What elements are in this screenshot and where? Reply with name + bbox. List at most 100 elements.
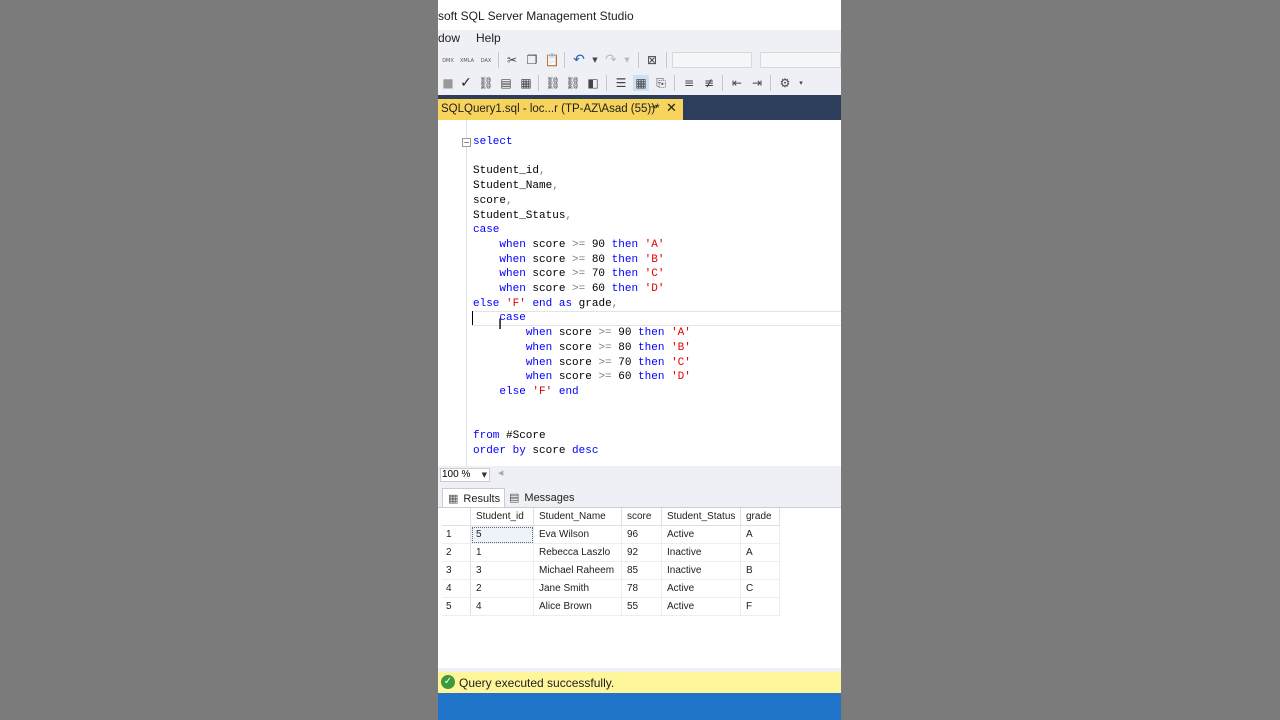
outdent-icon[interactable]: ⇤ (729, 75, 745, 91)
paste-icon[interactable]: 📋 (544, 52, 560, 68)
column-header[interactable]: grade (740, 508, 780, 526)
results-grid[interactable]: Student_id Student_Name score Student_St… (438, 507, 841, 668)
table-row[interactable]: 3 3 Michael Raheem 85 Inactive B (442, 561, 780, 580)
tab-label: SQLQuery1.sql - loc...r (TP-AZ\Asad (55)… (441, 103, 660, 115)
menu-window[interactable]: dow (438, 31, 460, 45)
table-cell[interactable]: Inactive (661, 543, 741, 562)
column-header[interactable]: Student_Name (533, 508, 622, 526)
table-cell[interactable]: Active (661, 525, 741, 544)
code-line: Student_id, (473, 164, 546, 178)
results-text-icon[interactable]: ⛓ (545, 75, 561, 91)
row-number-cell[interactable]: 1 (442, 525, 471, 544)
table-cell[interactable]: A (740, 525, 780, 544)
table-cell[interactable]: Alice Brown (533, 597, 622, 616)
intellisense-icon[interactable]: ▦ (518, 75, 534, 91)
display-plan-icon[interactable]: ⛓ (478, 75, 494, 91)
code-line: from #Score (473, 429, 546, 443)
sql-string: 'D' (671, 371, 691, 384)
tab-sqlquery1[interactable]: SQLQuery1.sql - loc...r (TP-AZ\Asad (55)… (438, 99, 683, 120)
code-token: score (552, 327, 599, 340)
table-cell[interactable]: 85 (621, 561, 662, 580)
parse-check-icon[interactable]: ✓ (458, 75, 474, 91)
zoom-dropdown[interactable]: 100 % ▼ (440, 468, 490, 482)
menu-help[interactable]: Help (476, 31, 501, 45)
undo-icon[interactable]: ↶ (571, 52, 587, 68)
table-cell[interactable]: Jane Smith (533, 579, 622, 598)
live-stats-icon[interactable]: ◧ (585, 75, 601, 91)
table-cell[interactable]: B (740, 561, 780, 580)
query-editor[interactable]: − select Student_id, Student_Name, score, St… (438, 120, 841, 466)
uncomment-icon[interactable]: ≢ (701, 75, 717, 91)
table-cell[interactable]: Rebecca Laszlo (533, 543, 622, 562)
column-header[interactable]: Student_id (470, 508, 534, 526)
undo-dropdown-icon[interactable]: ▼ (587, 52, 603, 68)
tab-messages[interactable]: ▤ Messages (507, 488, 581, 507)
results-grid-icon[interactable]: ▦ (633, 75, 649, 91)
pin-icon[interactable]: ⊸ (649, 102, 657, 113)
results-text-mode-icon[interactable]: ☰ (613, 75, 629, 91)
specify-values-icon[interactable]: ⚙ (777, 75, 793, 91)
code-token: score (473, 194, 507, 207)
code-token: 80 (611, 341, 639, 354)
comment-icon[interactable]: ≡ (681, 75, 697, 91)
table-cell[interactable]: 5 (470, 525, 534, 544)
object-explorer-icon[interactable]: ⊠ (644, 52, 660, 68)
code-token: >= (572, 238, 586, 251)
query-options-icon[interactable]: ▤ (498, 75, 514, 91)
table-cell[interactable]: 2 (470, 579, 534, 598)
copy-icon[interactable]: ❐ (524, 52, 540, 68)
table-cell[interactable]: 1 (470, 543, 534, 562)
close-icon[interactable]: ✕ (666, 101, 677, 116)
code-token: score (552, 371, 599, 384)
table-row[interactable]: 1 5 Eva Wilson 96 Active A (442, 525, 780, 544)
code-line: case (473, 223, 499, 237)
code-line: when score >= 70 then 'C' (473, 356, 691, 370)
table-cell[interactable]: 4 (470, 597, 534, 616)
table-cell[interactable]: F (740, 597, 780, 616)
query-status-bar: ✓ Query executed successfully. (438, 672, 841, 693)
toolbar-overflow-icon[interactable]: ▾ (793, 75, 809, 91)
sql-string: 'A' (671, 327, 691, 340)
results-file-icon[interactable]: ⎘ (653, 75, 669, 91)
table-cell[interactable]: A (740, 543, 780, 562)
xmla-query-icon[interactable]: XMLA (459, 52, 475, 68)
table-row[interactable]: 4 2 Jane Smith 78 Active C (442, 579, 780, 598)
row-number-cell[interactable]: 5 (442, 597, 471, 616)
table-cell[interactable]: Michael Raheem (533, 561, 622, 580)
code-token: >= (598, 356, 612, 369)
dmx-query-icon[interactable]: DMX (440, 52, 456, 68)
find-combo[interactable] (760, 52, 841, 68)
table-cell[interactable]: 92 (621, 543, 662, 562)
title-bar: soft SQL Server Management Studio (438, 0, 841, 30)
table-cell[interactable]: Eva Wilson (533, 525, 622, 544)
row-number-header[interactable] (442, 508, 471, 526)
indent-icon[interactable]: ⇥ (749, 75, 765, 91)
table-cell[interactable]: 78 (621, 579, 662, 598)
column-header[interactable]: Student_Status (661, 508, 741, 526)
row-number-cell[interactable]: 3 (442, 561, 471, 580)
table-cell[interactable]: 3 (470, 561, 534, 580)
code-token: 60 (611, 371, 639, 384)
collapse-icon[interactable]: − (462, 138, 471, 147)
table-cell[interactable]: 96 (621, 525, 662, 544)
table-cell[interactable]: C (740, 579, 780, 598)
dax-query-icon[interactable]: DAX (478, 52, 494, 68)
tab-results[interactable]: ▦ Results (442, 488, 505, 507)
table-cell[interactable]: Inactive (661, 561, 741, 580)
cut-icon[interactable]: ✂ (504, 52, 520, 68)
row-number-cell[interactable]: 2 (442, 543, 471, 562)
table-cell[interactable]: Active (661, 597, 741, 616)
client-statistics-icon[interactable]: ⛓ (565, 75, 581, 91)
scroll-left-icon[interactable]: ◀ (498, 469, 503, 477)
row-number-cell[interactable]: 4 (442, 579, 471, 598)
table-cell[interactable]: Active (661, 579, 741, 598)
table-row[interactable]: 2 1 Rebecca Laszlo 92 Inactive A (442, 543, 780, 562)
column-header[interactable]: score (621, 508, 662, 526)
table-row[interactable]: 5 4 Alice Brown 55 Active F (442, 597, 780, 616)
solution-config-dropdown[interactable] (672, 52, 752, 68)
toolbar-separator (564, 52, 565, 68)
table-cell[interactable]: 55 (621, 597, 662, 616)
sql-keyword: then (611, 283, 639, 295)
